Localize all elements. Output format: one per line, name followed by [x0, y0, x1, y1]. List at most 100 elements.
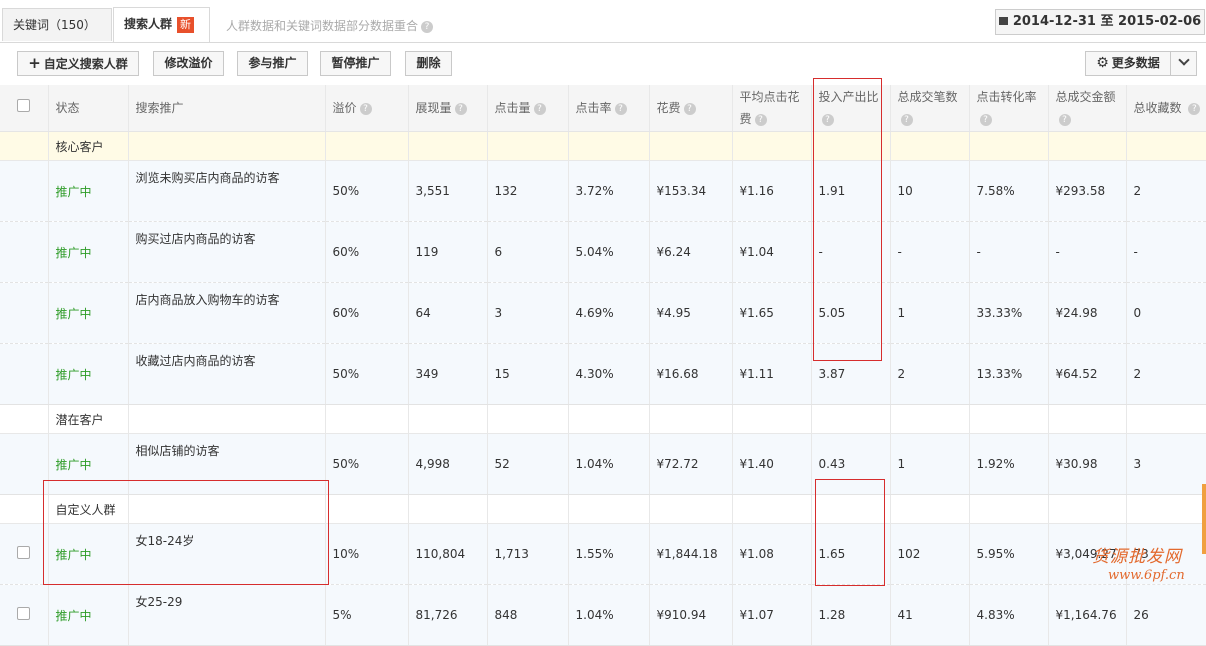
- col-ctr[interactable]: 点击率?: [568, 85, 650, 132]
- cell-status[interactable]: 推广中: [48, 433, 129, 495]
- pause-promotion-button[interactable]: 暂停推广: [320, 51, 391, 76]
- cell-status[interactable]: 推广中: [48, 343, 129, 405]
- group-empty-cell: [408, 404, 488, 434]
- group-empty-cell: [568, 131, 650, 161]
- row-select-cell[interactable]: [0, 433, 49, 495]
- help-icon[interactable]: ?: [614, 102, 627, 115]
- cell-orders: -: [890, 221, 970, 283]
- col-cvr[interactable]: 点击转化率 ?: [969, 85, 1049, 132]
- cell-premium[interactable]: 60%: [325, 221, 409, 283]
- cell-premium[interactable]: 50%: [325, 343, 409, 405]
- group-empty-cell: [408, 131, 488, 161]
- table-row[interactable]: 推广中 浏览未购买店内商品的访客 50% 3,551 132 3.72% ¥153.34 ¥1…: [0, 160, 1206, 222]
- tab-note-text: 人群数据和关键词数据部分数据重合: [226, 19, 419, 33]
- cell-premium[interactable]: 60%: [325, 282, 409, 344]
- cell-name: 店内商品放入购物车的访客: [128, 282, 326, 344]
- help-icon[interactable]: ?: [900, 113, 913, 126]
- help-icon[interactable]: ?: [683, 102, 696, 115]
- cell-cvr: 5.95%: [969, 523, 1049, 585]
- cell-premium[interactable]: 5%: [325, 584, 409, 646]
- delete-button[interactable]: 删除: [405, 51, 452, 76]
- cell-cpc: ¥1.65: [732, 282, 812, 344]
- cell-premium[interactable]: 10%: [325, 523, 409, 585]
- select-all-cell[interactable]: [0, 85, 49, 132]
- cell-premium[interactable]: 50%: [325, 433, 409, 495]
- gear-icon: ⚙: [1096, 55, 1109, 71]
- cell-gmv: ¥24.98: [1048, 282, 1127, 344]
- help-icon[interactable]: ?: [754, 113, 767, 126]
- group-empty-cell: [128, 131, 326, 161]
- cell-premium[interactable]: 50%: [325, 160, 409, 222]
- tab-keywords[interactable]: 关键词（150）: [2, 8, 112, 41]
- col-orders[interactable]: 总成交笔数 ?: [890, 85, 970, 132]
- row-select-cell[interactable]: [0, 523, 49, 585]
- col-impressions[interactable]: 展现量?: [408, 85, 488, 132]
- cell-status[interactable]: 推广中: [48, 523, 129, 585]
- help-icon[interactable]: ?: [979, 113, 992, 126]
- add-custom-crowd-button[interactable]: + 自定义搜索人群: [17, 51, 139, 76]
- table-header: 状态 搜索推广 溢价? 展现量? 点击量? 点击率? 花费? 平均点击花费? 投…: [0, 85, 1206, 132]
- table-row[interactable]: 推广中 店内商品放入购物车的访客 60% 64 3 4.69% ¥4.95 ¥1.65 5.05…: [0, 282, 1206, 344]
- table-row[interactable]: 推广中 相似店铺的访客 50% 4,998 52 1.04% ¥72.72 ¥1.40 0.43…: [0, 433, 1206, 495]
- cell-favs: 2: [1126, 160, 1206, 222]
- col-clicks[interactable]: 点击量?: [487, 85, 569, 132]
- group-empty-cell: [1048, 404, 1127, 434]
- tab-search-crowd[interactable]: 搜索人群新: [113, 7, 210, 42]
- select-all-checkbox[interactable]: [17, 99, 31, 112]
- cell-roi: 3.87: [811, 343, 891, 405]
- col-cost[interactable]: 花费?: [649, 85, 733, 132]
- table-row[interactable]: 推广中 女18-24岁 10% 110,804 1,713 1.55% ¥1,844.18 ¥…: [0, 523, 1206, 585]
- group-empty-cell: [325, 494, 409, 524]
- group-empty-cell: [649, 404, 733, 434]
- row-select-cell[interactable]: [0, 282, 49, 344]
- table-row[interactable]: 推广中 女25-29 5% 81,726 848 1.04% ¥910.94 ¥1.07 1.2…: [0, 584, 1206, 646]
- edit-premium-button[interactable]: 修改溢价: [153, 51, 224, 76]
- cell-name: 女18-24岁: [128, 523, 326, 585]
- col-premium[interactable]: 溢价?: [325, 85, 409, 132]
- col-cpc[interactable]: 平均点击花费?: [732, 85, 812, 132]
- help-icon[interactable]: ?: [1188, 102, 1201, 115]
- scroll-indicator[interactable]: [1202, 484, 1206, 554]
- cell-favs: 3: [1126, 433, 1206, 495]
- cell-roi: 1.91: [811, 160, 891, 222]
- help-icon[interactable]: ?: [533, 102, 546, 115]
- cell-name: 相似店铺的访客: [128, 433, 326, 495]
- row-select-cell[interactable]: [0, 584, 49, 646]
- group-row: 潜在客户: [0, 404, 1206, 434]
- cell-gmv: ¥30.98: [1048, 433, 1127, 495]
- row-select-cell[interactable]: [0, 160, 49, 222]
- table-row[interactable]: 推广中 购买过店内商品的访客 60% 119 6 5.04% ¥6.24 ¥1.04- - - - -: [0, 221, 1206, 283]
- cell-status[interactable]: 推广中: [48, 282, 129, 344]
- help-icon[interactable]: ?: [359, 102, 372, 115]
- cell-clicks: 15: [487, 343, 569, 405]
- group-empty-cell: [732, 494, 812, 524]
- col-roi[interactable]: 投入产出比 ?: [811, 85, 891, 132]
- table-row[interactable]: 推广中 收藏过店内商品的访客 50% 349 15 4.30% ¥16.68 ¥1.11 3.8…: [0, 343, 1206, 405]
- cell-status[interactable]: 推广中: [48, 584, 129, 646]
- more-data-dropdown[interactable]: [1170, 51, 1197, 76]
- col-gmv[interactable]: 总成交金额 ?: [1048, 85, 1127, 132]
- row-select-cell[interactable]: [0, 221, 49, 283]
- help-icon[interactable]: ?: [821, 113, 834, 126]
- col-favs[interactable]: 总收藏数 ?: [1126, 85, 1206, 132]
- cell-impressions: 64: [408, 282, 488, 344]
- row-select-cell[interactable]: [0, 343, 49, 405]
- cell-status[interactable]: 推广中: [48, 160, 129, 222]
- more-data-button[interactable]: ⚙ 更多数据: [1085, 51, 1171, 76]
- tab-note: 人群数据和关键词数据部分数据重合?: [226, 17, 434, 34]
- cell-clicks: 848: [487, 584, 569, 646]
- group-empty-cell: [1126, 404, 1206, 434]
- group-empty-cell: [568, 494, 650, 524]
- cell-status[interactable]: 推广中: [48, 221, 129, 283]
- help-icon[interactable]: ?: [421, 20, 434, 33]
- help-icon[interactable]: ?: [1058, 113, 1071, 126]
- cell-cost: ¥910.94: [649, 584, 733, 646]
- help-icon[interactable]: ?: [454, 102, 467, 115]
- join-promotion-button[interactable]: 参与推广: [237, 51, 308, 76]
- row-checkbox[interactable]: [17, 546, 31, 559]
- cell-cost: ¥4.95: [649, 282, 733, 344]
- date-range-picker[interactable]: 2014-12-31 至 2015-02-06: [995, 9, 1205, 35]
- row-checkbox[interactable]: [17, 607, 31, 620]
- cell-orders: 1: [890, 282, 970, 344]
- group-empty-cell: [0, 404, 49, 434]
